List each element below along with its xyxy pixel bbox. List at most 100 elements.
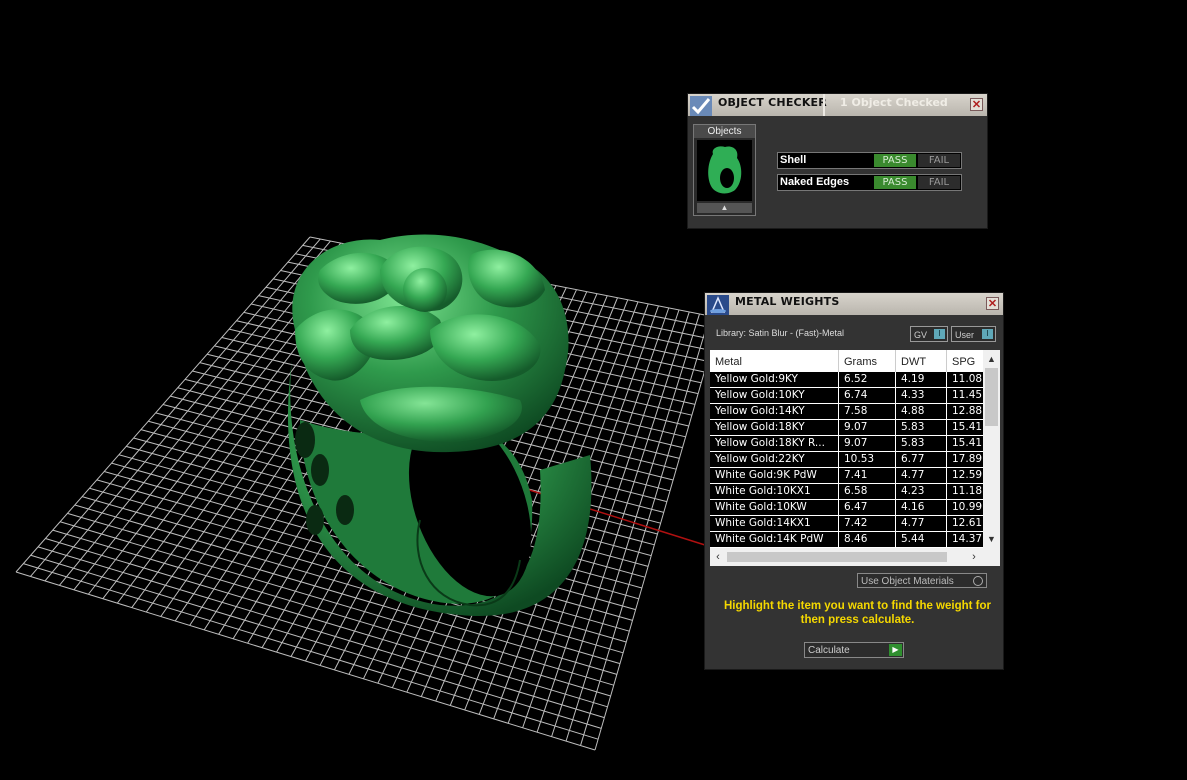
close-icon[interactable]: ✕ <box>970 98 983 111</box>
scroll-up-arrow-icon[interactable]: ▲ <box>697 203 752 213</box>
calculate-button[interactable]: Calculate ▶ <box>804 642 904 658</box>
ring-model[interactable] <box>287 234 592 617</box>
cell-spg: 12.59 <box>952 469 983 481</box>
object-thumbnail[interactable] <box>697 140 752 201</box>
table-row[interactable]: Yellow Gold:10KY 6.74 4.33 11.45 <box>710 388 983 404</box>
cell-metal: Yellow Gold:22KY <box>710 452 839 467</box>
check-row-naked-edges: Naked Edges PASS FAIL <box>777 174 962 191</box>
scale-icon <box>707 295 729 315</box>
cell-spg: 11.45 <box>952 389 983 401</box>
user-toggle[interactable]: User I <box>951 326 996 342</box>
cell-metal: White Gold:10KW <box>710 500 839 515</box>
fail-button[interactable]: FAIL <box>918 176 960 189</box>
scrollbar-thumb[interactable] <box>985 368 998 426</box>
cell-dwt: 4.88 <box>896 404 947 419</box>
table-row[interactable]: Yellow Gold:14KY 7.58 4.88 12.88 <box>710 404 983 420</box>
cell-metal: White Gold:14K PdW <box>710 532 839 547</box>
objects-list[interactable]: Objects ▲ <box>693 124 756 216</box>
metal-weights-titlebar[interactable]: METAL WEIGHTS ✕ <box>705 293 1003 315</box>
fail-button[interactable]: FAIL <box>918 154 960 167</box>
table-body: Yellow Gold:9KY 6.52 4.19 11.08 Yellow Gold:… <box>710 372 983 548</box>
cell-metal: Yellow Gold:10KY <box>710 388 839 403</box>
pass-button[interactable]: PASS <box>874 176 916 189</box>
cell-grams: 7.42 <box>839 516 896 531</box>
scrollbar-thumb[interactable] <box>727 552 947 562</box>
column-header-grams[interactable]: Grams <box>839 350 896 372</box>
table-row[interactable]: White Gold:14KX1 7.42 4.77 12.61 <box>710 516 983 532</box>
object-checker-title: OBJECT CHECKER <box>718 96 827 109</box>
cell-grams: 9.07 <box>839 420 896 435</box>
cell-dwt: 5.44 <box>896 532 947 547</box>
horizontal-scrollbar[interactable]: ‹ › <box>710 548 1000 566</box>
cell-metal: White Gold:10KX1 <box>710 484 839 499</box>
cell-grams: 6.47 <box>839 500 896 515</box>
cell-grams: 8.46 <box>839 532 896 547</box>
table-row[interactable]: White Gold:9K PdW 7.41 4.77 12.59 <box>710 468 983 484</box>
cell-grams: 7.58 <box>839 404 896 419</box>
cell-spg: 15.41 <box>952 437 983 449</box>
objects-label: Objects <box>694 125 755 138</box>
cell-dwt: 4.33 <box>896 388 947 403</box>
use-object-materials-option[interactable]: Use Object Materials <box>857 573 987 588</box>
table-row[interactable]: White Gold:10KX1 6.58 4.23 11.18 <box>710 484 983 500</box>
table-header: Metal Grams DWT SPG <box>710 350 983 372</box>
play-icon: ▶ <box>889 644 902 656</box>
table-row[interactable]: White Gold:10KW 6.47 4.16 10.99 <box>710 500 983 516</box>
object-checker-panel: OBJECT CHECKER 1 Object Checked ✕ Object… <box>687 93 988 229</box>
column-header-spg[interactable]: SPG <box>947 350 983 372</box>
table-row[interactable]: Yellow Gold:22KY 10.53 6.77 17.89 <box>710 452 983 468</box>
cell-grams: 7.41 <box>839 468 896 483</box>
cell-spg: 11.18 <box>952 485 983 497</box>
scroll-left-icon[interactable]: ‹ <box>710 548 726 566</box>
scroll-right-icon[interactable]: › <box>966 548 982 566</box>
cell-spg: 10.99 <box>952 501 983 513</box>
cell-spg: 12.61 <box>952 517 983 529</box>
use-object-materials-label: Use Object Materials <box>861 576 954 587</box>
library-label: Library: Satin Blur - (Fast)-Metal <box>716 328 845 338</box>
cell-metal: White Gold:9K PdW <box>710 468 839 483</box>
gv-toggle[interactable]: GV I <box>910 326 948 342</box>
metal-table[interactable]: Metal Grams DWT SPG Yellow Gold:9KY 6.52 4… <box>710 350 1000 566</box>
cell-dwt: 4.16 <box>896 500 947 515</box>
scroll-down-icon[interactable]: ▼ <box>983 532 1000 546</box>
checkmark-icon <box>690 96 712 116</box>
toggle-knob: I <box>934 329 945 339</box>
table-row[interactable]: Yellow Gold:9KY 6.52 4.19 11.08 <box>710 372 983 388</box>
user-toggle-label: User <box>955 330 975 340</box>
title-separator <box>823 94 825 116</box>
table-row[interactable]: Yellow Gold:18KY 9.07 5.83 15.41 <box>710 420 983 436</box>
vertical-scrollbar[interactable]: ▲ ▼ <box>983 350 1000 548</box>
cell-metal: Yellow Gold:9KY <box>710 372 839 387</box>
cell-metal: White Gold:14KX1 <box>710 516 839 531</box>
column-header-dwt[interactable]: DWT <box>896 350 947 372</box>
check-label: Shell <box>780 154 807 166</box>
column-header-metal[interactable]: Metal <box>710 350 839 372</box>
cell-spg: 17.89 <box>952 453 983 465</box>
cell-metal: Yellow Gold:14KY <box>710 404 839 419</box>
cell-grams: 10.53 <box>839 452 896 467</box>
table-row[interactable]: Yellow Gold:18KY R... 9.07 5.83 15.41 <box>710 436 983 452</box>
metal-weights-panel: METAL WEIGHTS ✕ Library: Satin Blur - (F… <box>704 292 1004 670</box>
cell-spg: 12.88 <box>952 405 983 417</box>
object-checker-titlebar[interactable]: OBJECT CHECKER 1 Object Checked ✕ <box>688 94 987 116</box>
pass-button[interactable]: PASS <box>874 154 916 167</box>
cell-metal: Yellow Gold:18KY R... <box>710 436 839 451</box>
cell-dwt: 5.83 <box>896 436 947 451</box>
scroll-up-icon[interactable]: ▲ <box>983 352 1000 366</box>
cell-dwt: 4.19 <box>896 372 947 387</box>
radio-icon[interactable] <box>973 576 983 586</box>
close-icon[interactable]: ✕ <box>986 297 999 310</box>
objects-checked-count: 1 Object Checked <box>840 96 948 109</box>
3d-viewport[interactable] <box>0 0 1187 780</box>
metal-weights-title: METAL WEIGHTS <box>735 295 840 308</box>
cell-grams: 6.58 <box>839 484 896 499</box>
cell-dwt: 4.23 <box>896 484 947 499</box>
table-row[interactable]: White Gold:14K PdW 8.46 5.44 14.37 <box>710 532 983 548</box>
cell-grams: 6.74 <box>839 388 896 403</box>
cell-grams: 6.52 <box>839 372 896 387</box>
instruction-text: Highlight the item you want to find the … <box>723 600 992 626</box>
cell-dwt: 4.77 <box>896 468 947 483</box>
gv-toggle-label: GV <box>914 330 928 340</box>
cell-spg: 11.08 <box>952 373 983 385</box>
check-label: Naked Edges <box>780 176 850 188</box>
